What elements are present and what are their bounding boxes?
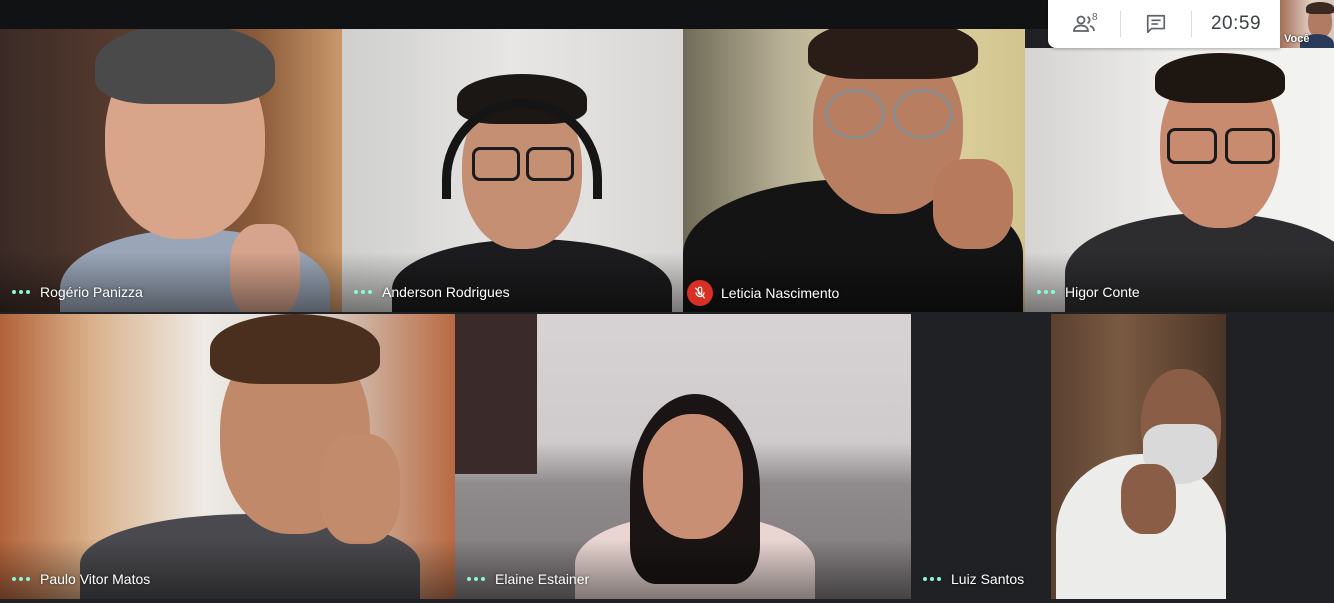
mic-off-icon	[687, 280, 713, 306]
participant-label: Higor Conte	[1037, 284, 1140, 300]
self-view-tile[interactable]: Você	[1280, 0, 1334, 48]
self-view-label: Você	[1284, 33, 1310, 45]
chat-icon	[1146, 14, 1166, 34]
participant-name: Luiz Santos	[951, 571, 1025, 587]
video-tile-leticia-nascimento[interactable]: Leticia Nascimento	[683, 29, 1025, 312]
participant-name: Paulo Vitor Matos	[40, 571, 151, 587]
participant-name: Elaine Estainer	[495, 571, 590, 587]
participant-label: Leticia Nascimento	[687, 280, 840, 306]
participant-label: Paulo Vitor Matos	[12, 571, 150, 587]
video-tile-paulo-vitor-matos[interactable]: Paulo Vitor Matos	[0, 314, 455, 599]
participant-count-badge: 8	[1092, 12, 1098, 23]
meeting-controls-panel: 8 20:59	[1048, 0, 1280, 48]
speaking-dots-icon	[12, 577, 30, 581]
speaking-dots-icon	[354, 290, 372, 294]
participant-name: Leticia Nascimento	[721, 285, 840, 301]
video-tile-luiz-santos[interactable]: Luiz Santos	[911, 314, 1334, 599]
video-tile-elaine-estainer[interactable]: Elaine Estainer	[455, 314, 911, 599]
speaking-dots-icon	[1037, 290, 1055, 294]
participant-label: Anderson Rodrigues	[354, 284, 510, 300]
speaking-dots-icon	[923, 577, 941, 581]
speaking-dots-icon	[467, 577, 485, 581]
participant-label: Luiz Santos	[923, 571, 1024, 587]
meeting-clock: 20:59	[1210, 13, 1262, 34]
video-tile-rogerio-panizza[interactable]: Rogério Panizza	[0, 29, 342, 312]
video-tile-anderson-rodrigues[interactable]: Anderson Rodrigues	[342, 29, 683, 312]
participant-name: Anderson Rodrigues	[382, 284, 510, 300]
video-tile-higor-conte[interactable]: Higor Conte	[1025, 48, 1334, 312]
clock: 20:59	[1192, 0, 1280, 48]
people-button[interactable]: 8	[1048, 0, 1120, 48]
participant-name: Rogério Panizza	[40, 284, 143, 300]
chat-button[interactable]	[1121, 0, 1191, 48]
participant-label: Rogério Panizza	[12, 284, 143, 300]
speaking-dots-icon	[12, 290, 30, 294]
participant-label: Elaine Estainer	[467, 571, 589, 587]
participant-name: Higor Conte	[1065, 284, 1140, 300]
participant-video	[1051, 354, 1226, 599]
